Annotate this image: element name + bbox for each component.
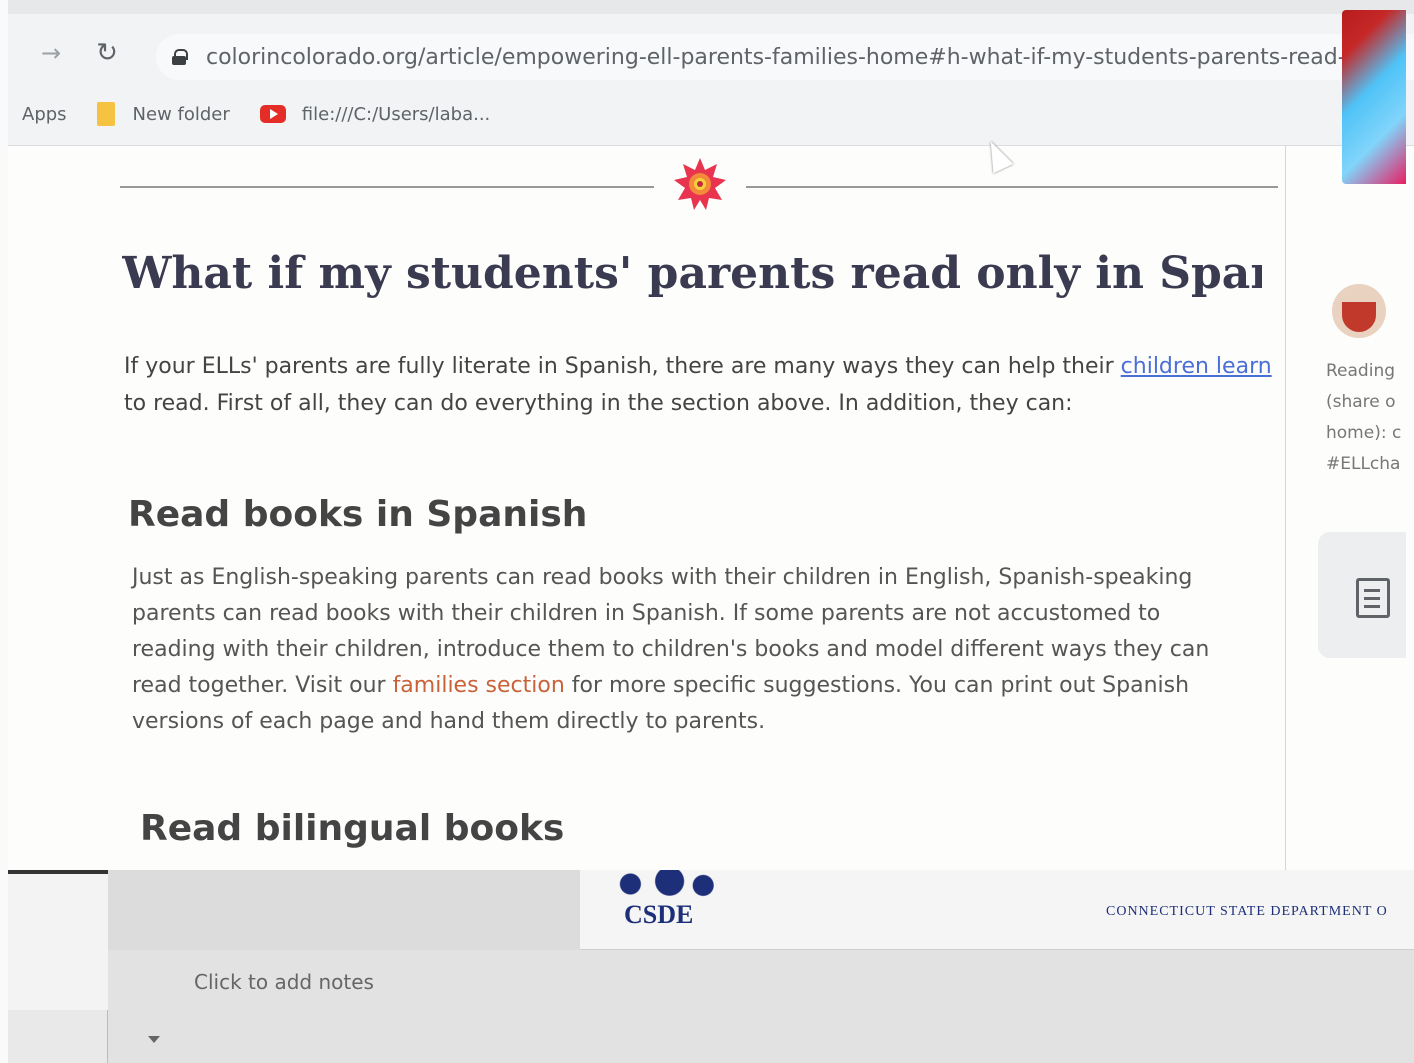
sidebar-text-line: (share o [1326,392,1396,412]
department-name: CONNECTICUT STATE DEPARTMENT O [1106,904,1388,919]
bookmarks-bar: Apps New folder file:///C:/Users/laba... [8,92,1414,136]
reload-icon[interactable]: ↻ [92,38,122,68]
address-bar[interactable]: colorincolorado.org/article/empowering-e… [156,34,1414,80]
bookmark-apps[interactable]: Apps [22,104,67,125]
children-learn-link[interactable]: children learn [1121,354,1272,379]
subheading-read-bilingual-books: Read bilingual books [140,808,565,849]
tab-strip [8,0,1414,14]
bookmark-label: Apps [22,103,67,125]
intro-paragraph: If your ELLs' parents are fully literate… [124,348,1274,422]
sidebar-image[interactable] [1342,10,1406,184]
subheading-read-books-spanish: Read books in Spanish [128,494,588,535]
slide-thumbnail-pane[interactable] [8,870,108,1063]
bookmark-label: New folder [132,103,230,125]
sidebar-text-line: Reading [1326,361,1396,381]
bookmark-new-folder[interactable]: New folder [96,102,230,126]
lock-icon[interactable] [172,49,188,65]
oak-tree-logo-icon [608,870,720,898]
divider-line-right [746,186,1278,188]
intro-text-end: to read. First of all, they can do every… [124,391,1073,416]
bookmark-label: file:///C:/Users/laba... [301,103,491,125]
youtube-icon [259,105,286,123]
slide-canvas[interactable]: CSDE CONNECTICUT STATE DEPARTMENT O [580,870,1414,950]
page-viewport[interactable]: What if my students' parents read only i… [8,146,1414,870]
bookmark-file[interactable]: file:///C:/Users/laba... [259,103,491,125]
families-section-link[interactable]: families section [393,673,565,698]
article-content: What if my students' parents read only i… [8,146,1286,870]
screen-bezel [0,0,8,1063]
sidebar-tweet-text: Reading (share o home): c #ELLcha [1326,356,1406,480]
sidebar-text-line: home): c [1326,423,1402,443]
powerpoint-window: CSDE CONNECTICUT STATE DEPARTMENT O Clic… [8,870,1414,1063]
forward-arrow-icon[interactable]: → [36,38,66,68]
read-books-paragraph: Just as English-speaking parents can rea… [132,560,1242,740]
folder-icon [96,102,115,126]
chevron-down-icon[interactable] [148,1036,160,1043]
browser-chrome: → ↻ colorincolorado.org/article/empoweri… [8,0,1414,146]
csde-logo-text: CSDE [624,900,694,929]
divider-line-left [120,186,654,188]
notes-pane[interactable]: Click to add notes [108,950,1414,1063]
notes-placeholder[interactable]: Click to add notes [194,970,374,994]
slide-thumbnail[interactable] [8,870,108,1010]
section-heading: What if my students' parents read only i… [122,248,1262,299]
url-text[interactable]: colorincolorado.org/article/empowering-e… [206,45,1393,70]
document-icon[interactable] [1356,578,1390,618]
intro-text: If your ELLs' parents are fully literate… [124,354,1121,379]
avatar[interactable] [1332,284,1386,338]
sidebar-text-line: #ELLcha [1326,454,1401,474]
flower-icon [674,158,726,210]
